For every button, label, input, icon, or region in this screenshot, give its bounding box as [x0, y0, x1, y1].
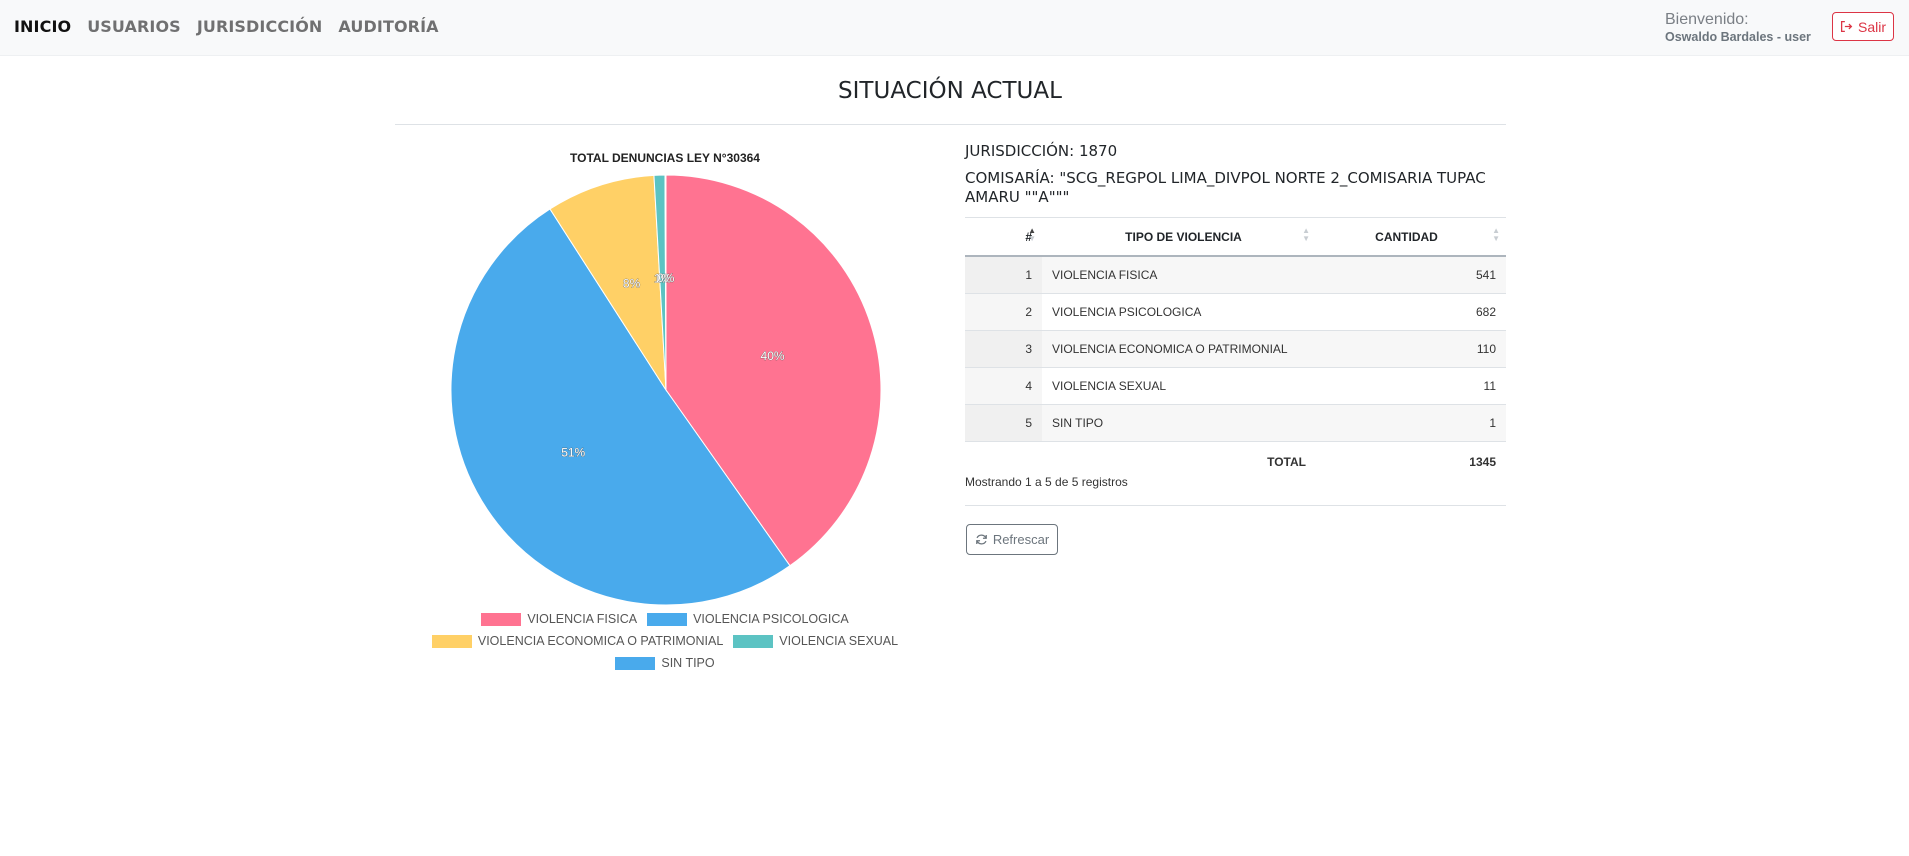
slice-percent-label: 8% — [623, 277, 641, 291]
table-info: Mostrando 1 a 5 de 5 registros — [965, 475, 1128, 489]
table-row[interactable]: 1 VIOLENCIA FISICA 541 — [965, 256, 1506, 294]
sort-icon: ▲ ▼ — [1302, 226, 1310, 243]
legend-row-3: SIN TIPO — [395, 656, 935, 670]
legend-label: VIOLENCIA FISICA — [527, 612, 638, 626]
row-num: 1 — [965, 256, 1042, 294]
refresh-icon — [975, 534, 987, 545]
slice-percent-label: 40% — [761, 349, 785, 363]
refresh-button[interactable]: Refrescar — [966, 524, 1058, 555]
column-header-num[interactable]: # ▲ ▼ — [965, 217, 1042, 257]
row-cantidad: 1 — [1316, 404, 1506, 442]
table-row[interactable]: 2 VIOLENCIA PSICOLOGICA 682 — [965, 293, 1506, 331]
row-cantidad: 682 — [1316, 293, 1506, 331]
table-row[interactable]: 3 VIOLENCIA ECONOMICA O PATRIMONIAL 110 — [965, 330, 1506, 368]
row-tipo: VIOLENCIA SEXUAL — [1042, 367, 1316, 405]
legend-swatch — [647, 612, 688, 626]
legend-label: VIOLENCIA SEXUAL — [779, 634, 899, 648]
violence-table: # ▲ ▼ TIPO DE VIOLENCIA ▲ ▼ CANTIDAD ▲ ▼ 1 … — [965, 217, 1506, 482]
slice-percent-label: 51% — [561, 445, 585, 459]
pie-chart: 40%51%8% 1%0% — [450, 174, 882, 606]
legend-swatch — [615, 656, 656, 670]
slice-percent-label: 0% — [657, 271, 675, 285]
legend-item-sexual[interactable]: VIOLENCIA SEXUAL — [733, 634, 898, 648]
legend-item-economica[interactable]: VIOLENCIA ECONOMICA O PATRIMONIAL — [431, 634, 724, 648]
row-num: 3 — [965, 330, 1042, 368]
sort-icon: ▲ ▼ — [1028, 226, 1036, 243]
row-tipo: VIOLENCIA ECONOMICA O PATRIMONIAL — [1042, 330, 1316, 368]
column-header-tipo[interactable]: TIPO DE VIOLENCIA ▲ ▼ — [1042, 217, 1316, 257]
row-tipo: VIOLENCIA FISICA — [1042, 256, 1316, 294]
legend-label: VIOLENCIA PSICOLOGICA — [693, 612, 849, 626]
sort-icon: ▲ ▼ — [1492, 226, 1500, 243]
row-cantidad: 110 — [1316, 330, 1506, 368]
legend-swatch — [431, 634, 472, 648]
table-row[interactable]: 5 SIN TIPO 1 — [965, 404, 1506, 442]
row-tipo: SIN TIPO — [1042, 404, 1316, 442]
jurisdiccion-heading: JURISDICCIÓN: 1870 — [965, 142, 1118, 160]
pie-slices — [450, 174, 882, 606]
legend-row-1: VIOLENCIA FISICA VIOLENCIA PSICOLOGICA — [395, 612, 935, 626]
comisaria-heading: COMISARÍA: "SCG_REGPOL LIMA_DIVPOL NORTE… — [965, 169, 1486, 206]
row-cantidad: 11 — [1316, 367, 1506, 405]
table-row[interactable]: 4 VIOLENCIA SEXUAL 11 — [965, 367, 1506, 405]
legend-swatch — [481, 612, 522, 626]
table-divider — [965, 505, 1506, 506]
legend-label: SIN TIPO — [661, 656, 715, 670]
legend-swatch — [733, 634, 774, 648]
table-header-row: # ▲ ▼ TIPO DE VIOLENCIA ▲ ▼ CANTIDAD ▲ ▼ — [965, 217, 1506, 257]
row-cantidad: 541 — [1316, 256, 1506, 294]
refresh-label: Refrescar — [992, 532, 1050, 547]
legend-label: VIOLENCIA ECONOMICA O PATRIMONIAL — [477, 634, 724, 648]
legend-item-fisica[interactable]: VIOLENCIA FISICA — [481, 612, 637, 626]
row-tipo: VIOLENCIA PSICOLOGICA — [1042, 293, 1316, 331]
row-num: 5 — [965, 404, 1042, 442]
row-num: 4 — [965, 367, 1042, 405]
legend-item-psicologica[interactable]: VIOLENCIA PSICOLOGICA — [647, 612, 849, 626]
legend-row-2: VIOLENCIA ECONOMICA O PATRIMONIAL VIOLEN… — [395, 634, 935, 648]
legend-item-sin-tipo[interactable]: SIN TIPO — [615, 656, 715, 670]
row-num: 2 — [965, 293, 1042, 331]
total-value: 1345 — [1316, 441, 1506, 482]
column-header-cantidad[interactable]: CANTIDAD ▲ ▼ — [1316, 217, 1506, 257]
